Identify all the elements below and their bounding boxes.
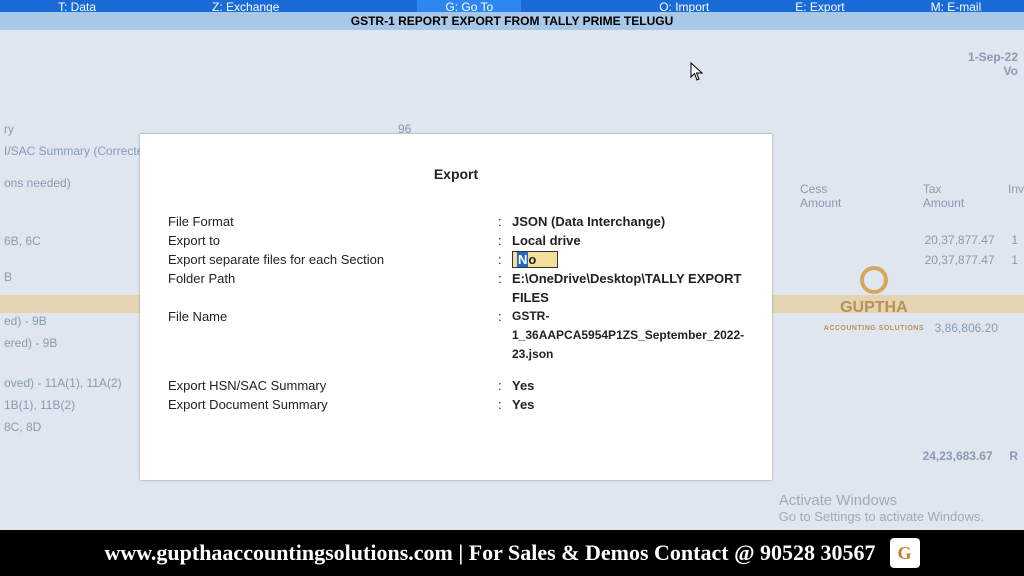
- left-line: ry: [0, 118, 160, 140]
- colon: :: [498, 376, 512, 395]
- colon: :: [498, 250, 512, 269]
- activate-line2: Go to Settings to activate Windows.: [779, 509, 984, 524]
- footer-text: www.gupthaaccountingsolutions.com | For …: [104, 540, 875, 566]
- left-line: I/SAC Summary (Correcte: [0, 140, 160, 162]
- row-file-format: File Format : JSON (Data Interchange): [168, 212, 744, 231]
- amount-row: 20,37,877.47 1: [923, 250, 1018, 270]
- date-value: 1-Sep-22: [968, 50, 1018, 64]
- label: Export Document Summary: [168, 395, 498, 414]
- logo-icon: [860, 266, 888, 294]
- activate-windows: Activate Windows Go to Settings to activ…: [779, 492, 984, 524]
- amount-total: 24,23,683.67 R: [923, 446, 1018, 466]
- colon: :: [498, 395, 512, 414]
- period-date: 1-Sep-22 Vo: [968, 50, 1018, 78]
- value-export-to[interactable]: Local drive: [512, 231, 744, 250]
- page-title: GSTR-1 REPORT EXPORT FROM TALLY PRIME TE…: [0, 12, 1024, 30]
- left-line: 1B(1), 11B(2): [0, 394, 160, 416]
- col-tax: Tax Amount: [923, 182, 978, 210]
- left-line: ered) - 9B: [0, 332, 160, 354]
- left-line: 6B, 6C: [0, 230, 160, 252]
- activate-line1: Activate Windows: [779, 492, 984, 509]
- col-cess: Cess Amount: [800, 182, 863, 210]
- dialog-title: Export: [140, 134, 772, 212]
- value-folder-path[interactable]: E:\OneDrive\Desktop\TALLY EXPORT FILES: [512, 269, 744, 307]
- row-separate-files: Export separate files for each Section :…: [168, 250, 744, 269]
- label: File Name: [168, 307, 498, 364]
- colon: :: [498, 212, 512, 231]
- colon: :: [498, 231, 512, 250]
- left-line: 8C, 8D: [0, 416, 160, 438]
- row-file-name: File Name : GSTR-1_36AAPCA5954P1ZS_Septe…: [168, 307, 744, 364]
- label: File Format: [168, 212, 498, 231]
- value-file-name[interactable]: GSTR-1_36AAPCA5954P1ZS_September_2022-23…: [512, 307, 744, 364]
- brand-logo: GUPTHA ACCOUNTING SOLUTIONS: [824, 266, 924, 335]
- amounts-column: 20,37,877.47 1 20,37,877.47 1 3,86,806.2…: [923, 230, 1018, 466]
- label: Export to: [168, 231, 498, 250]
- left-line: B: [0, 266, 160, 288]
- footer-badge-icon: G: [890, 538, 920, 568]
- left-line: oved) - 11A(1), 11A(2): [0, 372, 160, 394]
- amount-row: 3,86,806.20: [923, 318, 1018, 338]
- row-export-to: Export to : Local drive: [168, 231, 744, 250]
- value-hsn[interactable]: Yes: [512, 376, 744, 395]
- amount-row: 20,37,877.47 1: [923, 230, 1018, 250]
- label: Folder Path: [168, 269, 498, 307]
- left-column: ry I/SAC Summary (Correcte ons needed) 6…: [0, 118, 160, 438]
- row-hsn-summary: Export HSN/SAC Summary : Yes: [168, 376, 744, 395]
- col-inv: Inv: [1008, 182, 1024, 210]
- value-file-format[interactable]: JSON (Data Interchange): [512, 212, 744, 231]
- column-headers: Cess Amount Tax Amount Inv: [800, 182, 1024, 210]
- value-separate-files[interactable]: No: [512, 250, 744, 269]
- colon: :: [498, 269, 512, 307]
- left-line: ons needed): [0, 172, 160, 194]
- separate-files-input[interactable]: No: [512, 251, 558, 268]
- colon: :: [498, 307, 512, 364]
- left-line: ed) - 9B: [0, 310, 160, 332]
- voucher-label: Vo: [968, 64, 1018, 78]
- top-menu: T: Data Z: Exchange G: Go To O: Import E…: [0, 0, 1024, 12]
- row-folder-path: Folder Path : E:\OneDrive\Desktop\TALLY …: [168, 269, 744, 307]
- value-doc[interactable]: Yes: [512, 395, 744, 414]
- row-doc-summary: Export Document Summary : Yes: [168, 395, 744, 414]
- export-dialog: Export File Format : JSON (Data Intercha…: [140, 134, 772, 480]
- label: Export separate files for each Section: [168, 250, 498, 269]
- footer-banner: www.gupthaaccountingsolutions.com | For …: [0, 530, 1024, 576]
- label: Export HSN/SAC Summary: [168, 376, 498, 395]
